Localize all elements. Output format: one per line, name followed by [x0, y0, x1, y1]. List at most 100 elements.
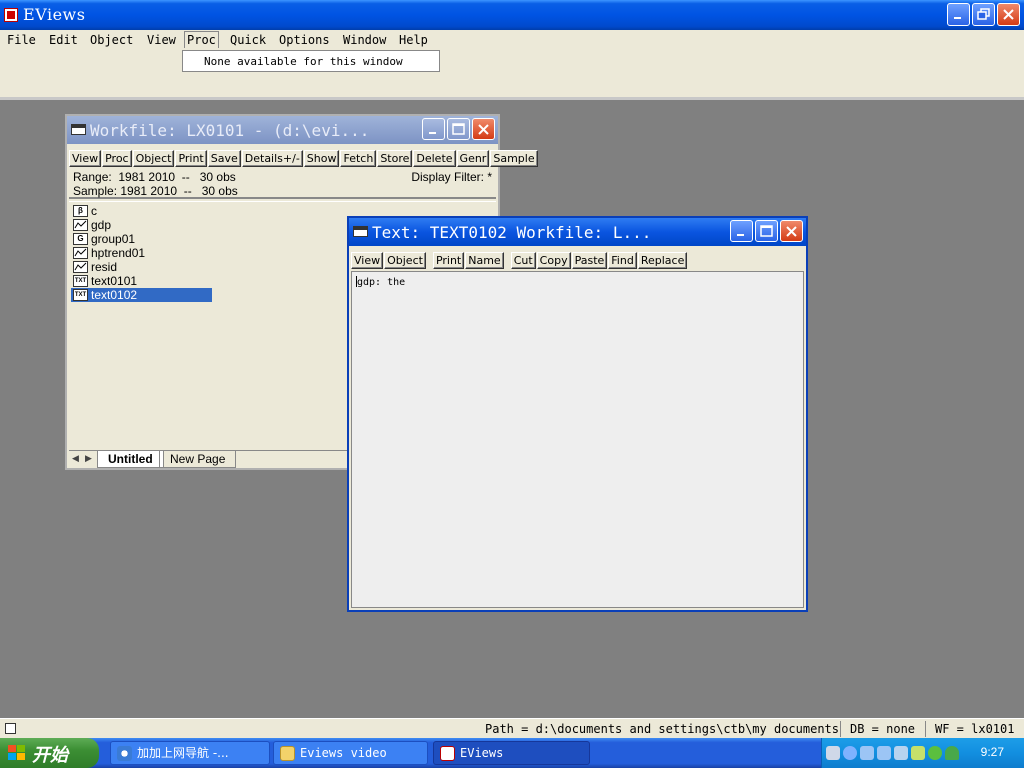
- window-icon[interactable]: [71, 124, 86, 135]
- task-folder[interactable]: Eviews video: [273, 741, 428, 765]
- object-name: gdp: [91, 218, 112, 232]
- txt-view-button[interactable]: View: [351, 252, 384, 269]
- close-icon: [1003, 9, 1014, 20]
- text-minimize-button[interactable]: [730, 220, 753, 242]
- windows-logo-icon: [8, 745, 26, 761]
- chevron-left-icon[interactable]: [843, 746, 857, 760]
- object-name: c: [91, 204, 97, 218]
- workfile-minimize-button[interactable]: [422, 118, 445, 140]
- wf-fetch-button[interactable]: Fetch: [340, 150, 377, 167]
- object-name: hptrend01: [91, 246, 146, 260]
- menu-file[interactable]: File: [5, 32, 38, 48]
- task-eviews[interactable]: EViews: [433, 741, 590, 765]
- range-text[interactable]: Range: 1981 2010 -- 30 obs: [73, 170, 236, 184]
- workfile-titlebar[interactable]: Workfile: LX0101 - (d:\evi...: [67, 116, 498, 144]
- txt-find-button[interactable]: Find: [608, 252, 637, 269]
- text-object-window[interactable]: Text: TEXT0102 Workfile: L... View Objec…: [347, 216, 808, 612]
- object-text0101[interactable]: TXT text0101: [71, 274, 212, 288]
- menu-edit[interactable]: Edit: [47, 32, 80, 48]
- txt-print-button[interactable]: Print: [432, 252, 465, 269]
- network-icon[interactable]: [860, 746, 874, 760]
- tab-new-page[interactable]: New Page: [159, 451, 237, 468]
- keyboard-icon[interactable]: [826, 746, 840, 760]
- text-window-title: Text: TEXT0102 Workfile: L...: [372, 223, 652, 242]
- txt-replace-button[interactable]: Replace: [637, 252, 688, 269]
- text-icon: TXT: [73, 275, 88, 287]
- menu-window[interactable]: Window: [341, 32, 388, 48]
- plus-icon[interactable]: [928, 746, 942, 760]
- workfile-maximize-button[interactable]: [447, 118, 470, 140]
- object-group01[interactable]: G group01: [71, 232, 212, 246]
- workfile-title: Workfile: LX0101 - (d:\evi...: [90, 121, 370, 140]
- status-wf[interactable]: WF = lx0101: [935, 722, 1014, 736]
- wf-details-button[interactable]: Details+/-: [241, 150, 303, 167]
- text-window-titlebar[interactable]: Text: TEXT0102 Workfile: L...: [349, 218, 806, 246]
- restore-button[interactable]: [972, 3, 995, 26]
- status-path[interactable]: Path = d:\documents and settings\ctb\my …: [485, 722, 839, 736]
- wf-print-button[interactable]: Print: [175, 150, 207, 167]
- window-icon[interactable]: [353, 226, 368, 237]
- menu-options[interactable]: Options: [277, 32, 332, 48]
- umbrella-icon[interactable]: [945, 746, 959, 760]
- menubar: File Edit Object View Proc Quick Options…: [0, 30, 1024, 50]
- sample-text[interactable]: Sample: 1981 2010 -- 30 obs: [73, 184, 238, 198]
- menu-view[interactable]: View: [145, 32, 178, 48]
- object-c[interactable]: β c: [71, 204, 212, 218]
- wf-object-button[interactable]: Object: [132, 150, 175, 167]
- eviews-app-icon: [440, 746, 455, 761]
- browser-icon: [117, 746, 132, 761]
- menu-help[interactable]: Help: [397, 32, 430, 48]
- status-checkbox[interactable]: [5, 723, 16, 734]
- menu-quick[interactable]: Quick: [228, 32, 268, 48]
- tab-untitled[interactable]: Untitled: [97, 451, 164, 468]
- display-filter[interactable]: Display Filter: *: [411, 170, 492, 184]
- system-tray: 9:27: [821, 738, 1024, 768]
- menu-object[interactable]: Object: [88, 32, 135, 48]
- object-name: resid: [91, 260, 118, 274]
- txt-copy-button[interactable]: Copy: [536, 252, 571, 269]
- txt-cut-button[interactable]: Cut: [510, 252, 536, 269]
- menu-proc[interactable]: Proc: [184, 31, 219, 48]
- statusbar: Path = d:\documents and settings\ctb\my …: [0, 718, 1024, 738]
- connection-icon[interactable]: [894, 746, 908, 760]
- clock[interactable]: 9:27: [981, 745, 1004, 759]
- text-editor[interactable]: gdp: the: [351, 271, 804, 608]
- close-button[interactable]: [997, 3, 1020, 26]
- eviews-app-icon[interactable]: [4, 8, 18, 22]
- txt-paste-button[interactable]: Paste: [571, 252, 608, 269]
- close-icon: [786, 226, 797, 237]
- tab-scroll-left-icon[interactable]: ◀: [70, 454, 81, 465]
- wf-store-button[interactable]: Store: [377, 150, 413, 167]
- wf-genr-button[interactable]: Genr: [456, 150, 490, 167]
- object-resid[interactable]: resid: [71, 260, 212, 274]
- task-browser[interactable]: 加加上网导航 -...: [110, 741, 270, 765]
- wf-proc-button[interactable]: Proc: [102, 150, 132, 167]
- txt-object-button[interactable]: Object: [384, 252, 426, 269]
- tab-scroll-right-icon[interactable]: ▶: [83, 454, 94, 465]
- network-icon[interactable]: [877, 746, 891, 760]
- command-window[interactable]: [0, 50, 1024, 100]
- series-icon: [73, 247, 88, 259]
- start-button[interactable]: 开始: [0, 738, 99, 768]
- object-hptrend01[interactable]: hptrend01: [71, 246, 212, 260]
- task-label: Eviews video: [300, 746, 387, 760]
- object-text0102[interactable]: TXT text0102: [71, 288, 212, 302]
- text-maximize-button[interactable]: [755, 220, 778, 242]
- object-gdp[interactable]: gdp: [71, 218, 212, 232]
- wf-sample-button[interactable]: Sample: [490, 150, 538, 167]
- wf-save-button[interactable]: Save: [207, 150, 241, 167]
- text-close-button[interactable]: [780, 220, 803, 242]
- wf-view-button[interactable]: View: [69, 150, 102, 167]
- workfile-close-button[interactable]: [472, 118, 495, 140]
- wf-delete-button[interactable]: Delete: [413, 150, 456, 167]
- task-label: 加加上网导航 -...: [137, 746, 229, 760]
- minimize-button[interactable]: [947, 3, 970, 26]
- menu-empty-message: None available for this window: [204, 55, 403, 68]
- close-icon: [478, 124, 489, 135]
- status-db[interactable]: DB = none: [850, 722, 915, 736]
- text-icon: TXT: [73, 289, 88, 301]
- app-titlebar[interactable]: EViews: [0, 0, 1024, 30]
- wf-show-button[interactable]: Show: [303, 150, 340, 167]
- txt-name-button[interactable]: Name: [465, 252, 504, 269]
- security-shield-icon[interactable]: [911, 746, 925, 760]
